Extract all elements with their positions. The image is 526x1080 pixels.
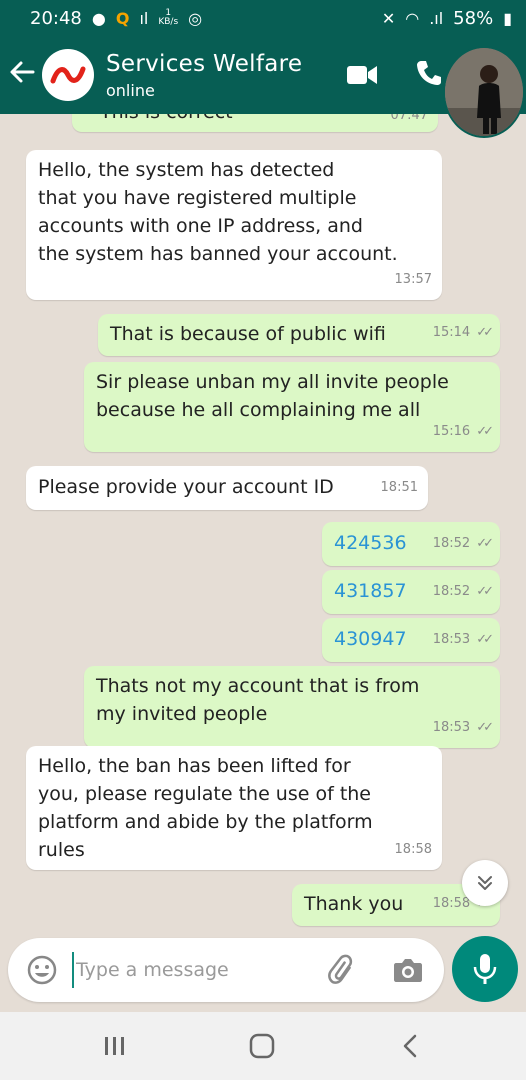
composer bbox=[8, 938, 444, 1002]
recent-apps-button[interactable] bbox=[100, 1034, 130, 1058]
network-speed: 1 KB/s bbox=[158, 9, 178, 27]
double-check-icon: ✓✓ bbox=[476, 584, 494, 599]
clock: 20:48 bbox=[30, 7, 82, 29]
message-bubble-incoming[interactable]: Please provide your account ID 18:51 bbox=[26, 466, 428, 510]
recents-icon bbox=[105, 1037, 124, 1055]
arrow-left-icon bbox=[10, 61, 35, 82]
message-text: Thank you bbox=[304, 893, 404, 915]
message-meta: 18:58 bbox=[395, 836, 432, 864]
message-meta: 18:52 ✓✓ bbox=[432, 530, 494, 558]
message-bubble-outgoing[interactable]: Thats not my account that is from my inv… bbox=[84, 666, 500, 748]
status-bar: 20:48 ● Q ıl 1 KB/s ◎ ✕ ◠ .ıl 58% ▮ bbox=[0, 0, 526, 36]
account-id-link[interactable]: 431857 bbox=[334, 577, 407, 605]
video-call-button[interactable] bbox=[346, 64, 378, 86]
message-meta: 18:52 ✓✓ bbox=[432, 578, 494, 606]
system-back-button[interactable] bbox=[398, 1032, 422, 1060]
message-bubble-incoming[interactable]: Hello, the ban has been lifted for you, … bbox=[26, 746, 442, 870]
network-speed-unit: KB/s bbox=[158, 17, 179, 27]
home-icon bbox=[249, 1033, 275, 1059]
phone-icon bbox=[417, 61, 441, 85]
double-check-icon: ✓✓ bbox=[476, 632, 494, 647]
system-navigation-bar bbox=[0, 1012, 526, 1080]
message-text: Hello, the system has detected that you … bbox=[38, 159, 398, 265]
message-bubble-outgoing[interactable]: 430947 18:53 ✓✓ bbox=[322, 618, 500, 662]
voice-call-button[interactable] bbox=[414, 58, 444, 88]
attach-button[interactable] bbox=[326, 954, 360, 988]
double-check-icon: ✓✓ bbox=[476, 536, 494, 551]
signal-bars-icon: ıl bbox=[139, 8, 149, 28]
q-app-icon: Q bbox=[115, 8, 130, 28]
battery-icon: ▮ bbox=[503, 8, 512, 28]
messenger-icon: ◎ bbox=[188, 8, 203, 28]
message-time: 13:57 bbox=[394, 272, 432, 287]
home-button[interactable] bbox=[248, 1032, 276, 1060]
message-meta: 18:53 ✓✓ bbox=[432, 626, 494, 654]
account-id-link[interactable]: 424536 bbox=[334, 529, 407, 557]
battery-level: 58% bbox=[453, 7, 494, 29]
double-check-icon: ✓✓ bbox=[476, 325, 494, 340]
emoji-button[interactable] bbox=[26, 954, 58, 986]
mute-icon: ✕ bbox=[381, 8, 396, 28]
contact-info[interactable]: Services Welfare online bbox=[106, 51, 302, 100]
message-meta: 18:53 ✓✓ bbox=[432, 714, 494, 742]
message-time: 15:16 bbox=[432, 424, 471, 439]
message-meta: 15:16 ✓✓ bbox=[432, 418, 494, 446]
contact-name: Services Welfare bbox=[106, 50, 303, 77]
message-text: Sir please unban my all invite people be… bbox=[96, 371, 449, 421]
message-text: This is correct bbox=[100, 114, 233, 126]
chat-header: Services Welfare online bbox=[0, 36, 526, 138]
smiley-icon bbox=[27, 955, 57, 985]
chevron-double-down-icon bbox=[478, 876, 492, 890]
brand-logo-icon bbox=[50, 66, 86, 84]
message-time: 07:47 bbox=[390, 114, 428, 123]
message-meta: 13:57 bbox=[395, 266, 432, 294]
message-time: 15:14 bbox=[432, 325, 471, 340]
double-check-icon: ✓✓ bbox=[476, 424, 494, 439]
message-bubble-outgoing[interactable]: That is because of public wifi 15:14 ✓✓ bbox=[98, 314, 500, 356]
message-time: 18:53 bbox=[432, 720, 471, 735]
message-time: 18:52 bbox=[432, 584, 471, 599]
voice-message-button[interactable] bbox=[452, 936, 518, 1002]
opera-icon: ● bbox=[91, 8, 106, 28]
message-text: That is because of public wifi bbox=[110, 323, 386, 345]
camera-icon bbox=[394, 959, 422, 982]
video-camera-icon bbox=[347, 66, 377, 84]
message-bubble-outgoing[interactable]: This is correct 07:47 bbox=[72, 114, 438, 132]
chevron-left-icon bbox=[403, 1034, 417, 1058]
camera-button[interactable] bbox=[392, 955, 424, 985]
cell-signal-icon: .ıl bbox=[429, 8, 444, 28]
message-bubble-outgoing[interactable]: Sir please unban my all invite people be… bbox=[84, 362, 500, 452]
message-meta: 18:51 bbox=[381, 474, 418, 502]
message-meta: 07:47 bbox=[391, 114, 428, 130]
wifi-icon: ◠ bbox=[405, 8, 420, 28]
message-input[interactable] bbox=[72, 952, 322, 988]
contact-status: online bbox=[106, 80, 155, 100]
message-meta: 15:14 ✓✓ bbox=[432, 319, 494, 347]
message-time: 18:58 bbox=[394, 842, 432, 857]
chat-thread[interactable]: This is correct 07:47 Hello, the system … bbox=[0, 114, 526, 938]
message-time: 18:53 bbox=[432, 632, 471, 647]
back-button[interactable] bbox=[2, 58, 42, 93]
double-check-icon: ✓✓ bbox=[476, 720, 494, 735]
message-bubble-incoming[interactable]: Hello, the system has detected that you … bbox=[26, 150, 442, 300]
message-time: 18:52 bbox=[432, 536, 471, 551]
scroll-to-bottom-button[interactable] bbox=[462, 860, 508, 906]
message-text: Please provide your account ID bbox=[38, 476, 334, 498]
message-bubble-outgoing[interactable]: 431857 18:52 ✓✓ bbox=[322, 570, 500, 614]
contact-avatar[interactable] bbox=[42, 49, 94, 101]
message-bubble-outgoing[interactable]: 424536 18:52 ✓✓ bbox=[322, 522, 500, 566]
microphone-icon bbox=[473, 954, 497, 984]
message-text: Thats not my account that is from my inv… bbox=[96, 675, 420, 725]
message-time: 18:51 bbox=[380, 480, 418, 495]
account-id-link[interactable]: 430947 bbox=[334, 625, 407, 653]
message-text: Hello, the ban has been lifted for you, … bbox=[38, 755, 373, 861]
paperclip-icon bbox=[328, 954, 353, 984]
